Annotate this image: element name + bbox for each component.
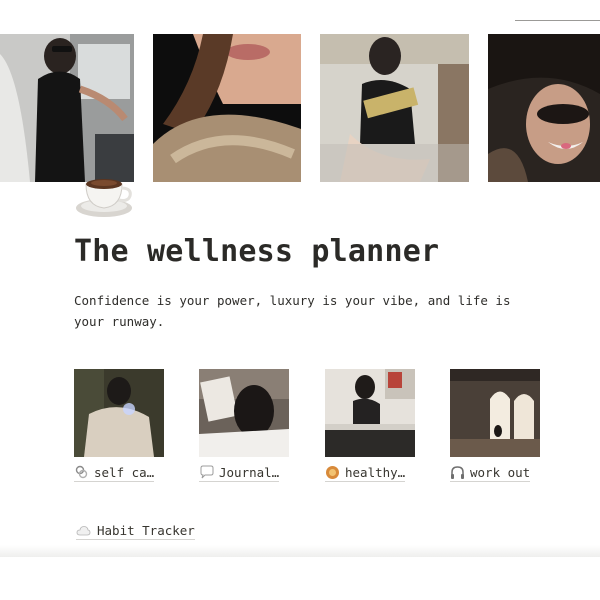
- cover-photo-car: [0, 34, 134, 182]
- habit-tracker-label: Habit Tracker: [97, 523, 195, 538]
- food-icon: [325, 465, 340, 480]
- bottom-area: [0, 557, 600, 600]
- cover-image[interactable]: [0, 34, 600, 182]
- card-cover-healthy: [325, 369, 415, 457]
- speech-bubble-icon: [199, 465, 214, 480]
- card-title-work-out: work out: [470, 465, 531, 480]
- card-title-healthy: healthy…: [345, 465, 406, 480]
- card-cover-work-out: [450, 369, 540, 457]
- gallery-view: self ca… Journal… healthy… work out: [74, 369, 544, 489]
- card-title-journal: Journal…: [219, 465, 280, 480]
- habit-tracker-link[interactable]: Habit Tracker: [76, 523, 195, 540]
- cloud-icon: [76, 523, 91, 538]
- gallery-card-journal[interactable]: Journal…: [199, 369, 289, 482]
- cover-photo-fur: [153, 34, 301, 182]
- cover-photo-hat: [488, 34, 600, 182]
- gallery-card-work-out[interactable]: work out: [450, 369, 540, 482]
- page-quote: Confidence is your power, luxury is your…: [74, 293, 511, 329]
- coffee-cup-icon[interactable]: [74, 170, 136, 222]
- gallery-card-self-care[interactable]: self ca…: [74, 369, 164, 482]
- page-title: The wellness planner: [74, 234, 440, 269]
- card-cover-journal: [199, 369, 289, 457]
- gallery-card-healthy[interactable]: healthy…: [325, 369, 415, 482]
- card-cover-self-care: [74, 369, 164, 457]
- headphones-icon: [450, 465, 465, 480]
- ribbon-icon: [74, 465, 89, 480]
- card-title-self-care: self ca…: [94, 465, 155, 480]
- cover-photo-reading: [320, 34, 469, 182]
- top-divider: [515, 20, 600, 21]
